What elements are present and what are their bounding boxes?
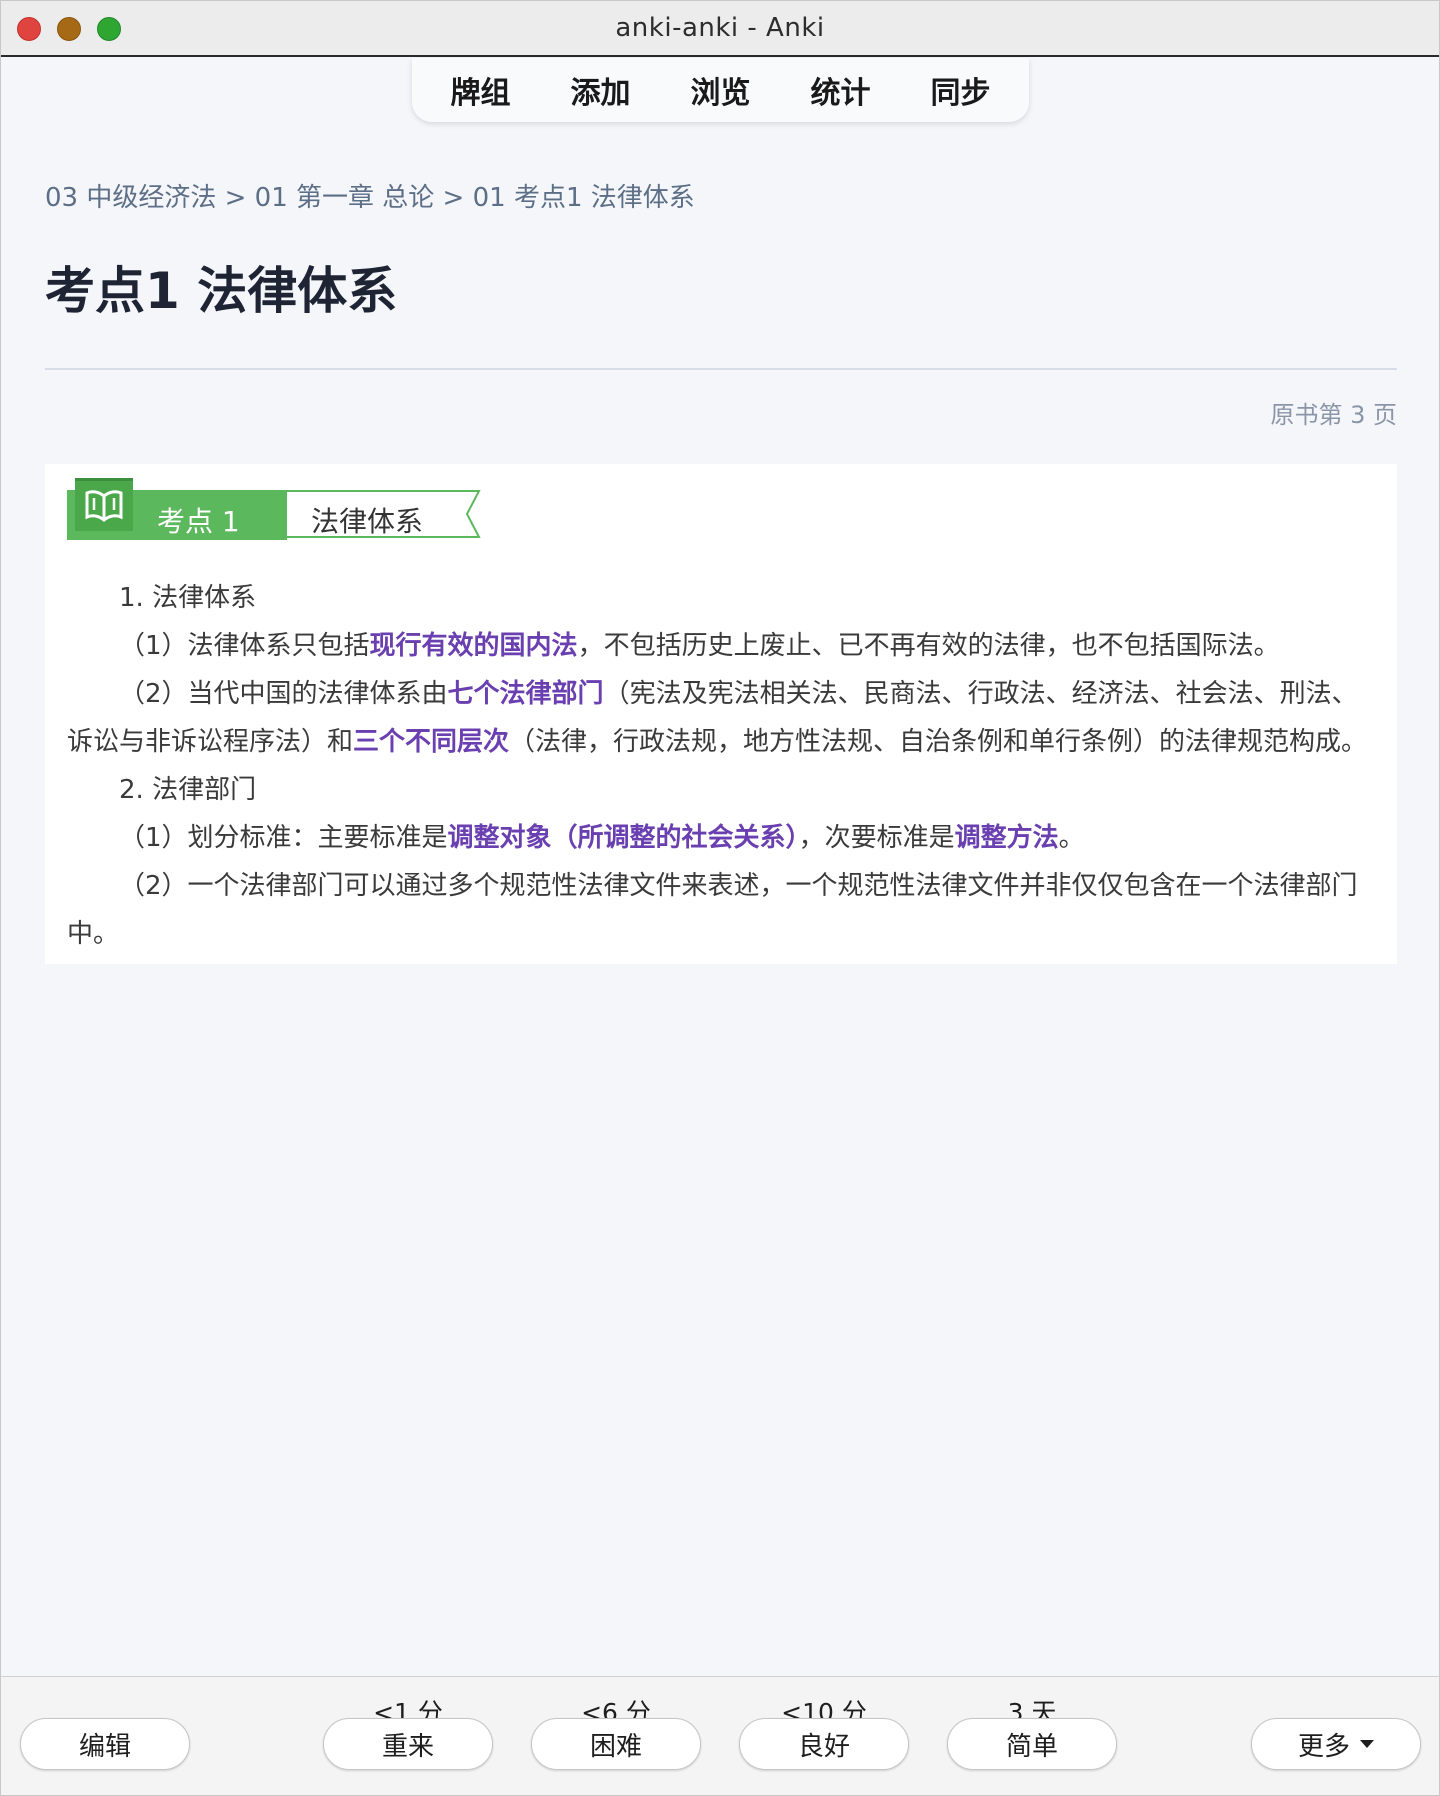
text: （2）当代中国的法律体系由 (119, 679, 448, 709)
section-heading: 2. 法律部门 (119, 775, 257, 805)
text: （1）法律体系只包括 (119, 631, 370, 661)
text: ，次要标准是 (798, 823, 955, 853)
edit-button[interactable]: 编辑 (20, 1718, 190, 1770)
page-reference: 原书第 3 页 (1270, 401, 1397, 429)
text: 。 (1058, 823, 1085, 853)
easy-button[interactable]: 简单 (947, 1718, 1117, 1770)
paragraph: （1）划分标准：主要标准是调整对象（所调整的社会关系），次要标准是调整方法。 (67, 814, 1377, 862)
nav-decks[interactable]: 牌组 (421, 68, 541, 112)
again-button[interactable]: 重来 (323, 1718, 493, 1770)
banner-label: 考点 1 (157, 505, 240, 538)
divider (45, 368, 1397, 370)
highlight-text: 调整对象（所调整的社会关系） (447, 823, 799, 853)
nav-add[interactable]: 添加 (541, 68, 661, 112)
answer-bar: 编辑 <1 分 重来 <6 分 困难 <10 分 良好 3 天 简单 更多 (1, 1676, 1439, 1795)
banner-icon-box (75, 478, 133, 531)
highlight-text: 调整方法 (954, 823, 1059, 853)
title-bar: anki-anki - Anki (1, 1, 1439, 57)
good-button[interactable]: 良好 (739, 1718, 909, 1770)
window-title: anki-anki - Anki (615, 13, 825, 43)
chevron-down-icon (1360, 1740, 1374, 1748)
paragraph: （1）法律体系只包括现行有效的国内法，不包括历史上废止、已不再有效的法律，也不包… (67, 622, 1377, 670)
card-body: 1. 法律体系 （1）法律体系只包括现行有效的国内法，不包括历史上废止、已不再有… (67, 574, 1377, 958)
highlight-text: 现行有效的国内法 (369, 631, 578, 661)
nav-browse[interactable]: 浏览 (661, 68, 781, 112)
banner-tab-text: 法律体系 (311, 505, 424, 538)
text: （1）划分标准：主要标准是 (119, 823, 448, 853)
section-heading: 1. 法律体系 (119, 583, 257, 613)
highlight-text: 三个不同层次 (353, 727, 510, 757)
top-nav: 牌组 添加 浏览 统计 同步 (412, 58, 1029, 122)
card-image: 考点 1 法律体系 1. 法律体系 （1）法律体系只包括现行有效的国内法，不包括… (45, 464, 1397, 964)
paragraph: （2）一个法律部门可以通过多个规范性法律文件来表述，一个规范性法律文件并非仅仅包… (67, 871, 1358, 949)
topic-banner: 考点 1 法律体系 (67, 478, 487, 542)
text: （法律，行政法规，地方性法规、自治条例和单行条例）的法律规范构成。 (509, 727, 1368, 757)
more-button[interactable]: 更多 (1251, 1718, 1421, 1770)
text: ，不包括历史上废止、已不再有效的法律，也不包括国际法。 (577, 631, 1280, 661)
banner-notch-icon (459, 490, 481, 542)
highlight-text: 七个法律部门 (447, 679, 604, 709)
nav-stats[interactable]: 统计 (781, 68, 901, 112)
anki-window: anki-anki - Anki 牌组 添加 浏览 统计 同步 03 中级经济法… (0, 0, 1440, 1796)
page-title: 考点1 法律体系 (45, 262, 398, 320)
hard-button[interactable]: 困难 (531, 1718, 701, 1770)
more-label: 更多 (1297, 1731, 1350, 1762)
nav-sync[interactable]: 同步 (901, 68, 1021, 112)
breadcrumb: 03 中级经济法 > 01 第一章 总论 > 01 考点1 法律体系 (45, 183, 695, 213)
paragraph: （2）当代中国的法律体系由七个法律部门（宪法及宪法相关法、民商法、行政法、经济法… (67, 670, 1377, 766)
